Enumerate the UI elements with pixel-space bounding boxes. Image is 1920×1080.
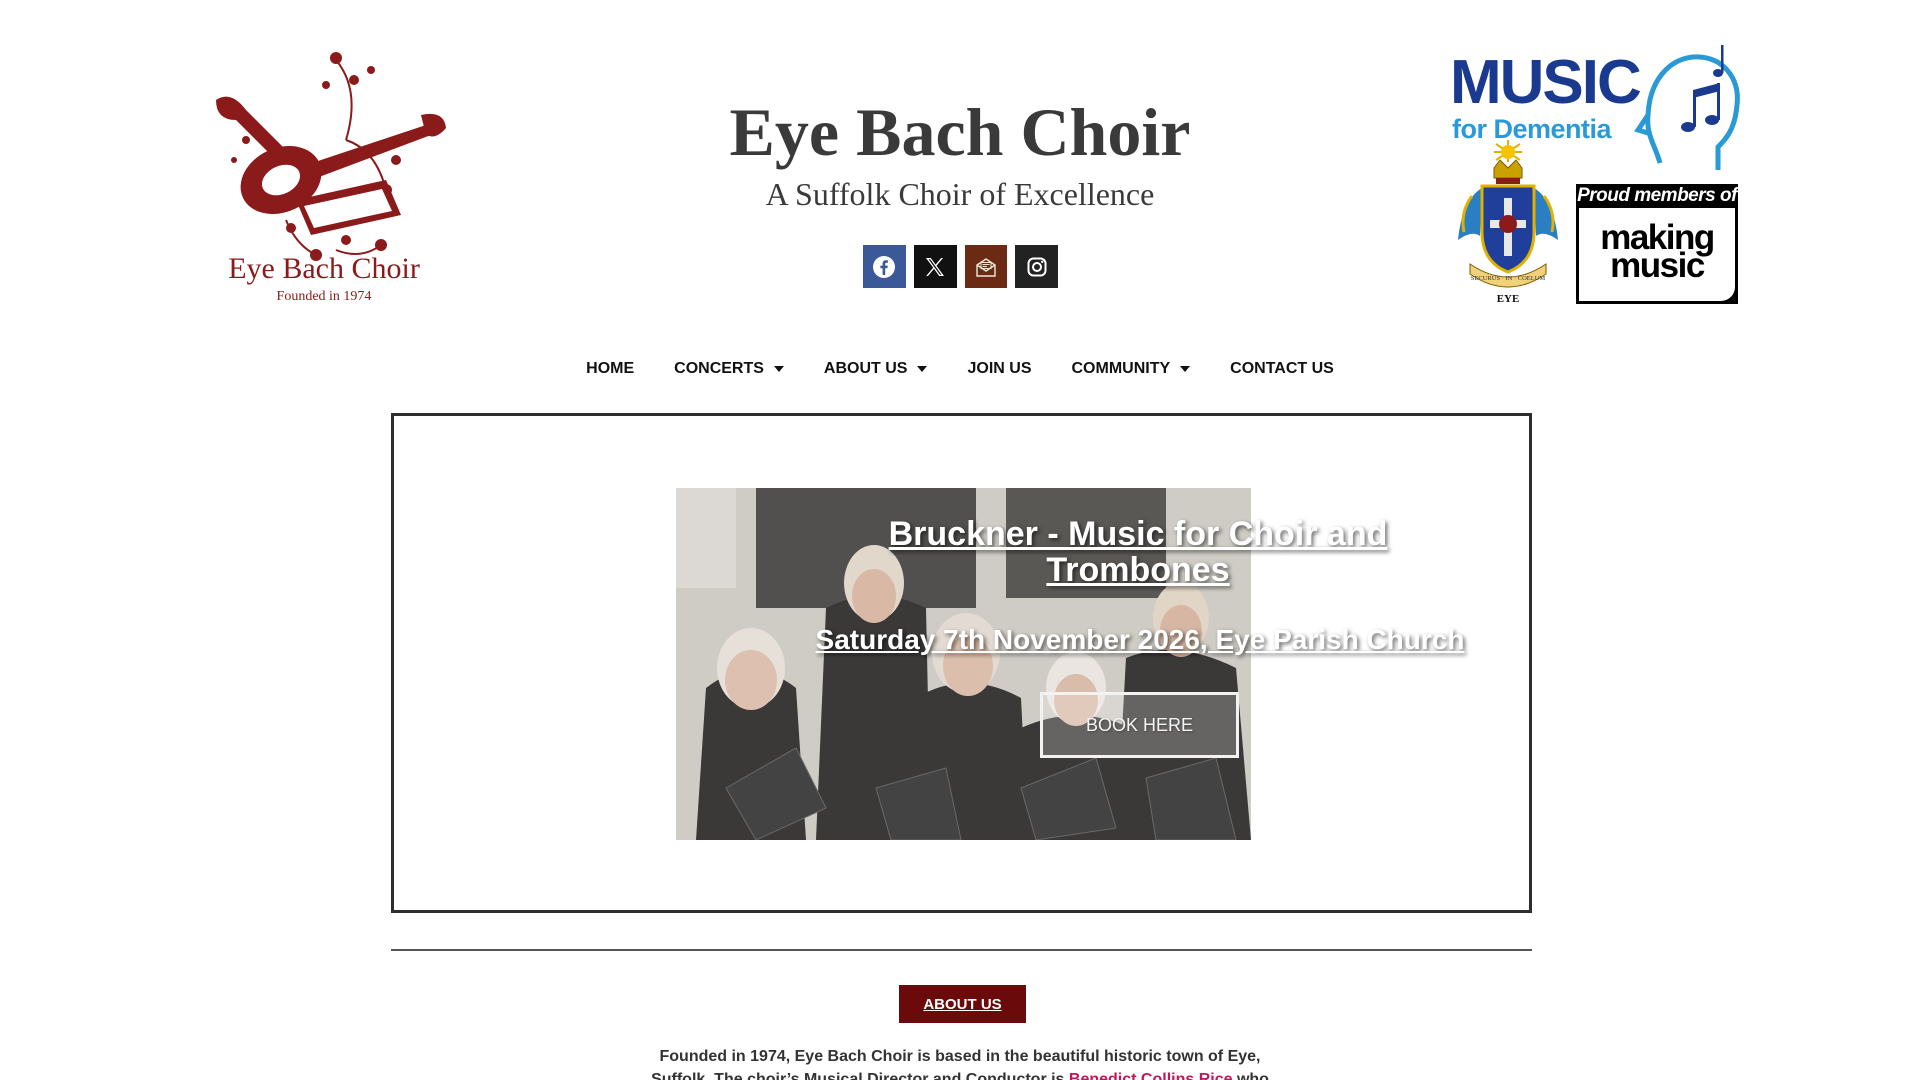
logo-subtext: Founded in 1974 <box>277 289 372 304</box>
concert-date: Saturday 7th November 2026, Eye Parish C… <box>815 624 1465 655</box>
section-divider <box>391 949 1532 951</box>
email-link[interactable] <box>964 245 1008 288</box>
nav-item-about-us[interactable]: ABOUT US <box>824 356 928 382</box>
nav-item-concerts[interactable]: CONCERTS <box>674 356 784 382</box>
social-links <box>863 245 1058 288</box>
nav-label: CONTACT US <box>1230 360 1334 377</box>
nav-label: JOIN US <box>967 360 1032 377</box>
caret-down-icon <box>917 366 928 372</box>
nav-item-join-us[interactable]: JOIN US <box>967 356 1031 382</box>
facebook-link[interactable] <box>863 245 906 288</box>
about-line1: Founded in 1974, Eye Bach Choir is based… <box>659 1048 1261 1065</box>
nav-item-community[interactable]: COMMUNITY <box>1072 356 1191 382</box>
instagram-icon <box>1027 257 1047 276</box>
x-link[interactable] <box>913 245 957 288</box>
making-music-top: Proud members of <box>1577 185 1737 206</box>
nav-label: COMMUNITY <box>1071 360 1171 377</box>
book-here-button[interactable]: BOOK HERE <box>1040 692 1239 758</box>
caret-down-icon <box>773 366 784 372</box>
nav-item-contact-us[interactable]: CONTACT US <box>1230 356 1334 382</box>
about-line2-post: who <box>1232 1071 1269 1080</box>
nav-label: HOME <box>586 360 635 377</box>
nav-label: CONCERTS <box>674 360 764 377</box>
main-nav: HOME CONCERTS ABOUT US JOIN US COMMUNITY… <box>0 356 1920 382</box>
making-music-box: making music <box>1579 208 1735 301</box>
eye-town-crest[interactable]: SECURUS · IN · COELUM EYE <box>1452 140 1564 305</box>
m4d-line1: MUSIC <box>1450 48 1641 117</box>
crest-motto: SECURUS · IN · COELUM <box>1471 275 1546 282</box>
facebook-icon <box>873 255 896 278</box>
director-link[interactable]: Benedict Collins Rice <box>1069 1071 1233 1080</box>
instagram-link[interactable] <box>1015 245 1058 288</box>
making-music-line2: music <box>1610 246 1705 285</box>
x-icon <box>926 257 945 276</box>
mail-icon <box>976 257 996 277</box>
about-intro-text: Founded in 1974, Eye Bach Choir is based… <box>640 1045 1280 1080</box>
about-line2-pre: Suffolk. The choir’s Musical Director an… <box>651 1071 1069 1080</box>
nav-label: ABOUT US <box>823 360 908 377</box>
crest-label: EYE <box>1497 293 1520 305</box>
logo-text: Eye Bach Choir <box>228 252 420 285</box>
caret-down-icon <box>1180 366 1191 372</box>
making-music-logo[interactable]: Proud members of making music <box>1576 184 1738 304</box>
nav-item-home[interactable]: HOME <box>586 356 634 382</box>
about-us-button[interactable]: ABOUT US <box>899 985 1026 1023</box>
concert-title-link[interactable]: Bruckner - Music for Choir and Trombones <box>858 516 1418 588</box>
